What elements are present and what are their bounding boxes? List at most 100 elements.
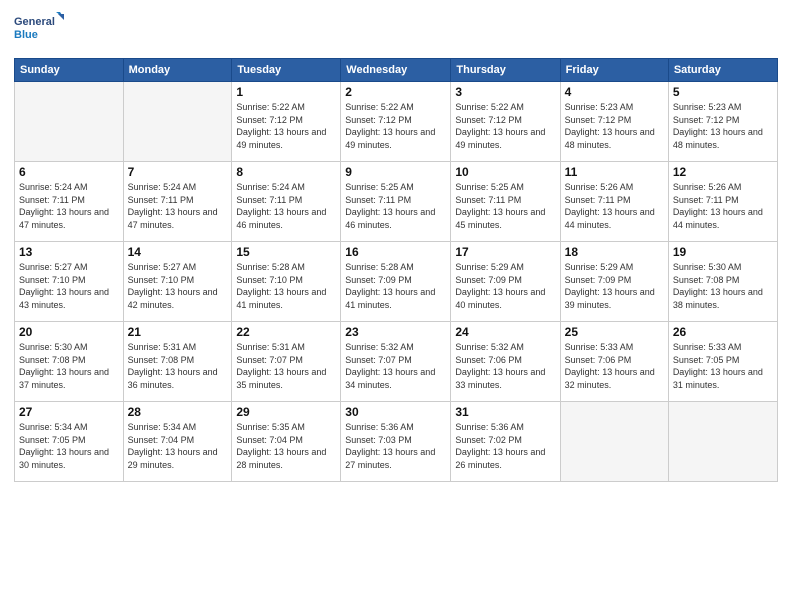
day-number: 4 [565, 85, 664, 99]
calendar-header-friday: Friday [560, 59, 668, 82]
calendar-cell: 22Sunrise: 5:31 AM Sunset: 7:07 PM Dayli… [232, 322, 341, 402]
calendar-cell: 19 Sunrise: 5:30 AM Sunset: 7:08 PM Dayli… [668, 242, 777, 322]
day-number: 14 [128, 245, 228, 259]
calendar-cell [123, 82, 232, 162]
day-number: 12 [673, 165, 773, 179]
day-number: 25 [565, 325, 664, 339]
day-number: 27 [19, 405, 119, 419]
calendar-cell: 8 Sunrise: 5:24 AM Sunset: 7:11 PM Daylig… [232, 162, 341, 242]
day-info: Sunrise: 5:34 AM Sunset: 7:05 PM Dayligh… [19, 421, 119, 471]
calendar-cell: 9 Sunrise: 5:25 AM Sunset: 7:11 PM Daylig… [341, 162, 451, 242]
day-info: Sunrise: 5:36 AM Sunset: 7:03 PM Dayligh… [345, 421, 446, 471]
day-number: 9 [345, 165, 446, 179]
day-info: Sunrise: 5:22 AM Sunset: 7:12 PM Dayligh… [455, 101, 555, 151]
calendar-cell: 17 Sunrise: 5:29 AM Sunset: 7:09 PM Dayli… [451, 242, 560, 322]
day-info: Sunrise: 5:22 AM Sunset: 7:12 PM Dayligh… [236, 101, 336, 151]
calendar-cell: 12 Sunrise: 5:26 AM Sunset: 7:11 PM Dayli… [668, 162, 777, 242]
logo: General Blue [14, 10, 64, 50]
day-number: 5 [673, 85, 773, 99]
day-info: Sunrise: 5:23 AM Sunset: 7:12 PM Dayligh… [673, 101, 773, 151]
day-number: 24 [455, 325, 555, 339]
svg-text:Blue: Blue [14, 29, 38, 41]
day-number: 15 [236, 245, 336, 259]
day-info: Sunrise: 5:25 AM Sunset: 7:11 PM Dayligh… [345, 181, 446, 231]
day-number: 29 [236, 405, 336, 419]
calendar-cell: 6 Sunrise: 5:24 AM Sunset: 7:11 PM Daylig… [15, 162, 124, 242]
svg-text:General: General [14, 16, 55, 28]
calendar-cell: 3 Sunrise: 5:22 AM Sunset: 7:12 PM Daylig… [451, 82, 560, 162]
day-number: 30 [345, 405, 446, 419]
calendar-week-5: 27 Sunrise: 5:34 AM Sunset: 7:05 PM Dayli… [15, 402, 778, 482]
logo-icon: General Blue [14, 10, 64, 50]
day-info: Sunrise: 5:26 AM Sunset: 7:11 PM Dayligh… [565, 181, 664, 231]
day-info: Sunrise: 5:28 AM Sunset: 7:09 PM Dayligh… [345, 261, 446, 311]
calendar-cell: 29 Sunrise: 5:35 AM Sunset: 7:04 PM Dayli… [232, 402, 341, 482]
day-number: 2 [345, 85, 446, 99]
calendar-cell: 15 Sunrise: 5:28 AM Sunset: 7:10 PM Dayli… [232, 242, 341, 322]
day-number: 23 [345, 325, 446, 339]
calendar-cell: 28Sunrise: 5:34 AM Sunset: 7:04 PM Dayli… [123, 402, 232, 482]
calendar-cell: 30 Sunrise: 5:36 AM Sunset: 7:03 PM Dayli… [341, 402, 451, 482]
day-info: Sunrise: 5:26 AM Sunset: 7:11 PM Dayligh… [673, 181, 773, 231]
calendar-table: SundayMondayTuesdayWednesdayThursdayFrid… [14, 58, 778, 482]
day-number: 8 [236, 165, 336, 179]
calendar-cell: 10 Sunrise: 5:25 AM Sunset: 7:11 PM Dayli… [451, 162, 560, 242]
day-info: Sunrise: 5:25 AM Sunset: 7:11 PM Dayligh… [455, 181, 555, 231]
calendar-cell: 16 Sunrise: 5:28 AM Sunset: 7:09 PM Dayli… [341, 242, 451, 322]
calendar-cell: 25 Sunrise: 5:33 AM Sunset: 7:06 PM Dayli… [560, 322, 668, 402]
day-number: 10 [455, 165, 555, 179]
calendar-header-thursday: Thursday [451, 59, 560, 82]
day-info: Sunrise: 5:33 AM Sunset: 7:06 PM Dayligh… [565, 341, 664, 391]
calendar-cell [560, 402, 668, 482]
calendar-cell: 24Sunrise: 5:32 AM Sunset: 7:06 PM Dayli… [451, 322, 560, 402]
day-info: Sunrise: 5:29 AM Sunset: 7:09 PM Dayligh… [455, 261, 555, 311]
calendar-cell: 5 Sunrise: 5:23 AM Sunset: 7:12 PM Daylig… [668, 82, 777, 162]
calendar-cell: 18 Sunrise: 5:29 AM Sunset: 7:09 PM Dayli… [560, 242, 668, 322]
calendar-cell: 1 Sunrise: 5:22 AM Sunset: 7:12 PM Daylig… [232, 82, 341, 162]
day-number: 6 [19, 165, 119, 179]
calendar-cell: 27 Sunrise: 5:34 AM Sunset: 7:05 PM Dayli… [15, 402, 124, 482]
calendar-cell: 7 Sunrise: 5:24 AM Sunset: 7:11 PM Daylig… [123, 162, 232, 242]
day-number: 16 [345, 245, 446, 259]
day-info: Sunrise: 5:35 AM Sunset: 7:04 PM Dayligh… [236, 421, 336, 471]
calendar-header-sunday: Sunday [15, 59, 124, 82]
day-number: 20 [19, 325, 119, 339]
day-number: 31 [455, 405, 555, 419]
calendar-cell: 2 Sunrise: 5:22 AM Sunset: 7:12 PM Daylig… [341, 82, 451, 162]
calendar-week-1: 1 Sunrise: 5:22 AM Sunset: 7:12 PM Daylig… [15, 82, 778, 162]
calendar-cell: 20Sunrise: 5:30 AM Sunset: 7:08 PM Dayli… [15, 322, 124, 402]
calendar-cell: 31Sunrise: 5:36 AM Sunset: 7:02 PM Dayli… [451, 402, 560, 482]
day-info: Sunrise: 5:22 AM Sunset: 7:12 PM Dayligh… [345, 101, 446, 151]
calendar-cell: 21Sunrise: 5:31 AM Sunset: 7:08 PM Dayli… [123, 322, 232, 402]
calendar-cell: 26 Sunrise: 5:33 AM Sunset: 7:05 PM Dayli… [668, 322, 777, 402]
day-number: 17 [455, 245, 555, 259]
day-number: 7 [128, 165, 228, 179]
calendar-cell [668, 402, 777, 482]
calendar-week-2: 6 Sunrise: 5:24 AM Sunset: 7:11 PM Daylig… [15, 162, 778, 242]
day-number: 19 [673, 245, 773, 259]
day-info: Sunrise: 5:23 AM Sunset: 7:12 PM Dayligh… [565, 101, 664, 151]
day-info: Sunrise: 5:30 AM Sunset: 7:08 PM Dayligh… [673, 261, 773, 311]
day-number: 3 [455, 85, 555, 99]
day-info: Sunrise: 5:33 AM Sunset: 7:05 PM Dayligh… [673, 341, 773, 391]
day-number: 1 [236, 85, 336, 99]
calendar-header-row: SundayMondayTuesdayWednesdayThursdayFrid… [15, 59, 778, 82]
day-number: 26 [673, 325, 773, 339]
calendar-header-wednesday: Wednesday [341, 59, 451, 82]
day-info: Sunrise: 5:24 AM Sunset: 7:11 PM Dayligh… [236, 181, 336, 231]
day-info: Sunrise: 5:31 AM Sunset: 7:07 PM Dayligh… [236, 341, 336, 391]
calendar-cell: 11Sunrise: 5:26 AM Sunset: 7:11 PM Dayli… [560, 162, 668, 242]
calendar-cell [15, 82, 124, 162]
calendar-week-4: 20Sunrise: 5:30 AM Sunset: 7:08 PM Dayli… [15, 322, 778, 402]
calendar-cell: 4 Sunrise: 5:23 AM Sunset: 7:12 PM Daylig… [560, 82, 668, 162]
day-info: Sunrise: 5:28 AM Sunset: 7:10 PM Dayligh… [236, 261, 336, 311]
day-info: Sunrise: 5:29 AM Sunset: 7:09 PM Dayligh… [565, 261, 664, 311]
calendar-week-3: 13 Sunrise: 5:27 AM Sunset: 7:10 PM Dayli… [15, 242, 778, 322]
day-info: Sunrise: 5:24 AM Sunset: 7:11 PM Dayligh… [128, 181, 228, 231]
day-number: 18 [565, 245, 664, 259]
day-info: Sunrise: 5:27 AM Sunset: 7:10 PM Dayligh… [19, 261, 119, 311]
calendar-header-monday: Monday [123, 59, 232, 82]
calendar-header-saturday: Saturday [668, 59, 777, 82]
day-number: 13 [19, 245, 119, 259]
day-info: Sunrise: 5:24 AM Sunset: 7:11 PM Dayligh… [19, 181, 119, 231]
